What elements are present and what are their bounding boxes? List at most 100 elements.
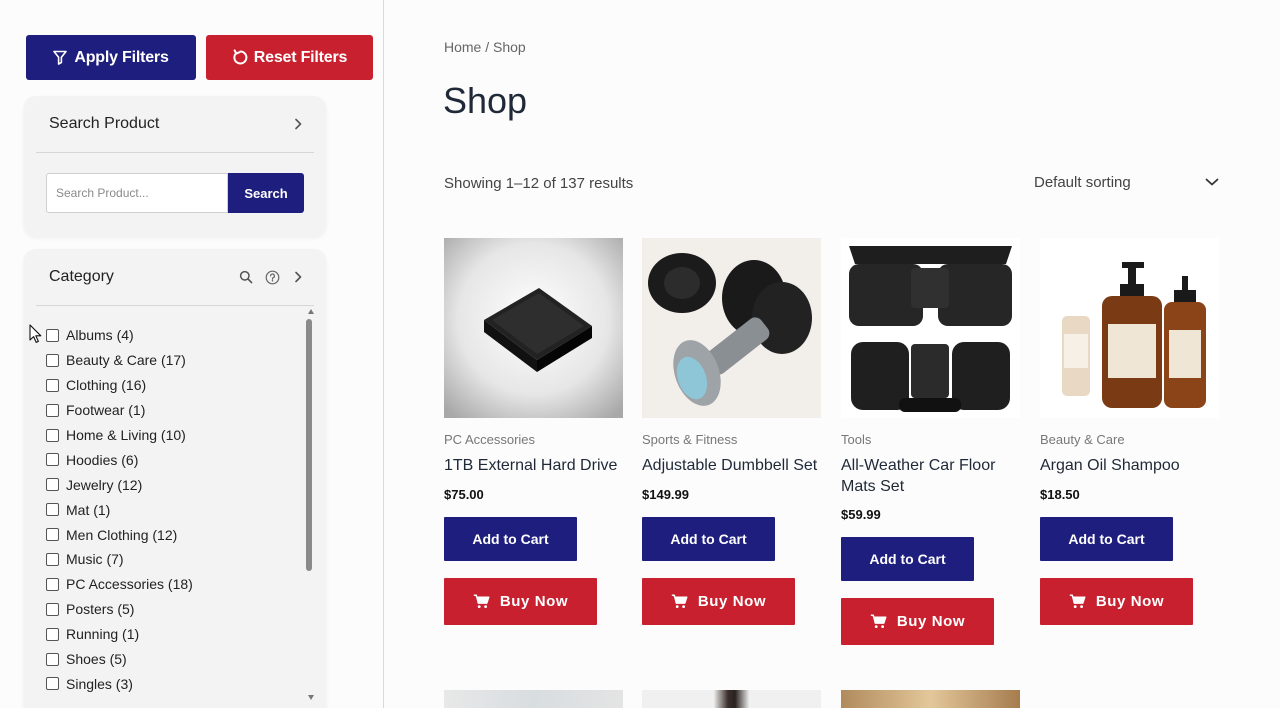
chevron-down-icon	[1205, 178, 1219, 186]
category-item[interactable]: Music (7)	[46, 547, 306, 572]
category-item[interactable]: Home & Living (10)	[46, 423, 306, 448]
apply-filters-label: Apply Filters	[74, 48, 169, 66]
category-item[interactable]: Footwear (1)	[46, 398, 306, 423]
category-label: Hoodies (6)	[66, 451, 139, 468]
checkbox[interactable]	[46, 428, 59, 442]
checkbox[interactable]	[46, 403, 59, 417]
buy-now-button[interactable]: Buy Now	[642, 577, 795, 625]
category-item[interactable]: Posters (5)	[46, 597, 306, 622]
product-name[interactable]: 1TB External Hard Drive	[444, 456, 623, 477]
category-item[interactable]: PC Accessories (18)	[46, 572, 306, 597]
product-name[interactable]: Argan Oil Shampoo	[1040, 456, 1219, 477]
product-image[interactable]	[841, 690, 1020, 708]
mouse-cursor-icon	[29, 324, 42, 343]
category-label: Albums (4)	[66, 327, 134, 344]
product-card: Sports & Fitness Adjustable Dumbbell Set…	[642, 238, 821, 625]
product-name[interactable]: Adjustable Dumbbell Set	[642, 456, 821, 477]
checkbox[interactable]	[46, 503, 59, 517]
checkbox[interactable]	[46, 328, 59, 342]
checkbox[interactable]	[46, 602, 59, 616]
buy-now-button[interactable]: Buy Now	[841, 598, 994, 645]
add-to-cart-button[interactable]: Add to Cart	[642, 516, 775, 561]
category-label: Jewelry (12)	[66, 476, 143, 493]
chevron-right-icon[interactable]	[287, 266, 309, 288]
apply-filters-button[interactable]: Apply Filters	[26, 35, 196, 80]
buy-now-label: Buy Now	[697, 592, 767, 610]
search-button[interactable]: Search	[228, 173, 304, 213]
category-item[interactable]: Men Clothing (12)	[46, 522, 306, 547]
add-to-cart-button[interactable]: Add to Cart	[1040, 516, 1173, 561]
product-category[interactable]: Sports & Fitness	[642, 432, 821, 447]
product-card: Tools All-Weather Car Floor Mats Set $59…	[841, 238, 1020, 645]
sorting-value: Default sorting	[1034, 173, 1131, 191]
product-price: $75.00	[444, 486, 484, 502]
category-item[interactable]: Albums (4)	[46, 323, 306, 348]
product-image[interactable]	[444, 238, 623, 418]
category-panel-header[interactable]: Category	[36, 249, 314, 306]
category-label: Home & Living (10)	[66, 427, 186, 443]
product-card: Beauty & Care Argan Oil Shampoo $18.50 A…	[1040, 238, 1219, 625]
search-panel-header[interactable]: Search Product	[36, 96, 314, 153]
checkbox[interactable]	[46, 353, 59, 367]
search-product-input[interactable]	[46, 173, 228, 213]
category-scrollbar[interactable]	[306, 307, 316, 705]
buy-now-button[interactable]: Buy Now	[1040, 577, 1193, 625]
reset-icon	[233, 49, 248, 65]
reset-filters-label: Reset Filters	[253, 48, 348, 66]
checkbox[interactable]	[46, 652, 59, 666]
product-price: $149.99	[642, 486, 689, 502]
scroll-up-arrow-icon[interactable]	[308, 309, 314, 314]
cart-icon	[671, 594, 688, 608]
buy-now-label: Buy Now	[499, 592, 569, 610]
product-price: $59.99	[841, 507, 881, 522]
product-category[interactable]: PC Accessories	[444, 432, 623, 447]
product-image[interactable]	[642, 238, 821, 418]
search-panel-title: Search Product	[49, 115, 160, 132]
checkbox[interactable]	[46, 528, 59, 542]
category-item[interactable]: Singles (3)	[46, 671, 306, 696]
category-item[interactable]: Mat (1)	[46, 497, 306, 522]
checkbox[interactable]	[46, 378, 59, 392]
product-category[interactable]: Tools	[841, 432, 1020, 447]
scrollbar-thumb[interactable]	[306, 319, 312, 571]
add-to-cart-button[interactable]: Add to Cart	[841, 537, 974, 581]
cart-icon	[1069, 594, 1086, 608]
breadcrumb[interactable]: Home / Shop	[444, 39, 526, 55]
chevron-right-icon[interactable]	[287, 113, 309, 135]
checkbox[interactable]	[46, 677, 59, 691]
help-icon[interactable]	[261, 266, 283, 288]
product-image[interactable]	[642, 690, 821, 708]
add-to-cart-button[interactable]: Add to Cart	[444, 516, 577, 561]
scroll-down-arrow-icon[interactable]	[308, 695, 314, 700]
result-count: Showing 1–12 of 137 results	[444, 175, 634, 192]
checkbox[interactable]	[46, 552, 59, 566]
product-image[interactable]	[1040, 238, 1219, 418]
reset-filters-button[interactable]: Reset Filters	[206, 35, 373, 80]
category-item[interactable]: Jewelry (12)	[46, 472, 306, 497]
buy-now-button[interactable]: Buy Now	[444, 577, 597, 625]
product-category[interactable]: Beauty & Care	[1040, 432, 1219, 447]
category-item[interactable]: Clothing (16)	[46, 373, 306, 398]
buy-now-label: Buy Now	[1095, 592, 1165, 610]
category-panel-title: Category	[49, 268, 114, 285]
search-icon[interactable]	[235, 266, 257, 288]
checkbox[interactable]	[46, 577, 59, 591]
sorting-select[interactable]: Default sorting	[1034, 172, 1219, 192]
category-label: Clothing (16)	[66, 377, 147, 394]
category-item[interactable]: Shoes (5)	[46, 647, 306, 672]
category-label: Music (7)	[66, 551, 124, 568]
category-item[interactable]: Beauty & Care (17)	[46, 348, 306, 373]
category-list: Albums (4) Beauty & Care (17) Clothing (…	[46, 323, 306, 696]
category-item[interactable]: Hoodies (6)	[46, 447, 306, 472]
category-label: Posters (5)	[66, 601, 135, 618]
product-name[interactable]: All-Weather Car Floor Mats Set	[841, 456, 1020, 497]
category-label: Men Clothing (12)	[66, 526, 178, 543]
checkbox[interactable]	[46, 627, 59, 641]
product-image[interactable]	[841, 238, 1020, 418]
search-product-panel: Search Product Search	[24, 96, 326, 236]
category-item[interactable]: Running (1)	[46, 622, 306, 647]
checkbox[interactable]	[46, 453, 59, 467]
product-image[interactable]	[444, 690, 623, 708]
page-title: Shop	[443, 80, 528, 121]
checkbox[interactable]	[46, 478, 59, 492]
